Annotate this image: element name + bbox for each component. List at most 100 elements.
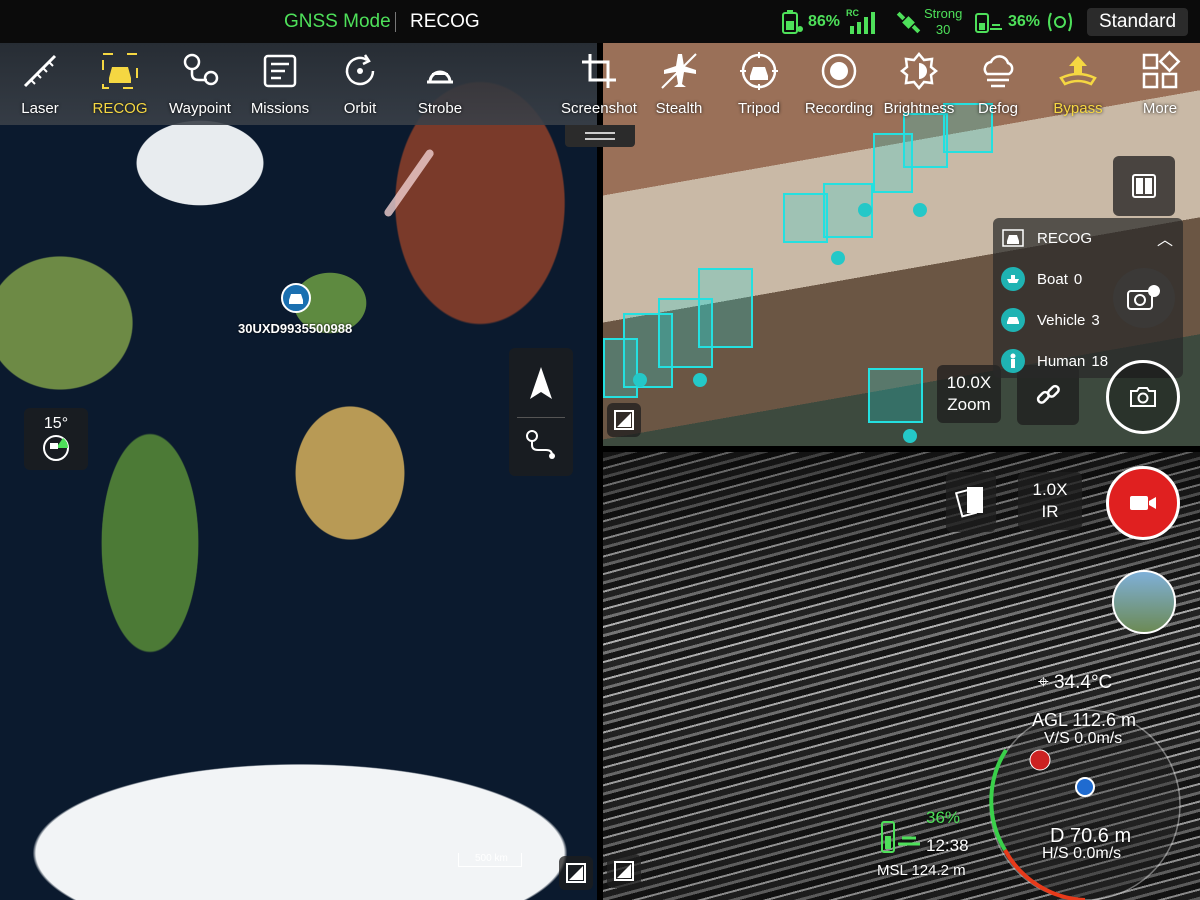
ir-swap-button[interactable] [607, 854, 641, 888]
video-record-button[interactable] [1106, 466, 1180, 540]
gimbal-pitch-indicator[interactable]: 15° [24, 408, 88, 470]
toolbar-more-button[interactable]: More [1120, 43, 1200, 125]
toolbar-label: Screenshot [561, 100, 637, 117]
gimbal-angle: 15° [43, 415, 69, 432]
obstacle-sensing-icon[interactable] [1045, 8, 1075, 36]
toolbar-label: Bypass [1053, 100, 1103, 117]
zoom-level-button[interactable]: 10.0X Zoom [937, 365, 1001, 423]
recog-row-count: 0 [1073, 270, 1083, 288]
recog-row-vehicle[interactable]: Vehicle 3 [1001, 306, 1100, 334]
flight-profile-button[interactable]: Standard [1087, 8, 1188, 36]
recog-panel-header[interactable]: RECOG ︿ [1001, 224, 1173, 252]
human-marker [831, 251, 845, 265]
toolbar-screenshot-button[interactable]: Screenshot [559, 43, 639, 125]
human-marker [858, 203, 872, 217]
rc-battery-indicator[interactable]: 36% [974, 8, 1040, 36]
toolbar-label: Laser [21, 100, 59, 117]
gps-strength: Strong [924, 6, 963, 21]
aircraft-marker[interactable] [281, 283, 311, 313]
photo-shutter-button[interactable] [1106, 360, 1180, 434]
vehicle-marker [913, 203, 927, 217]
more-grid-icon [1138, 49, 1182, 93]
human-icon [1001, 349, 1025, 373]
camera-thumbnail-preview[interactable] [1112, 570, 1176, 634]
brightness-icon [897, 49, 941, 93]
map-swap-button[interactable] [559, 856, 593, 890]
toolbar-drag-handle[interactable] [565, 125, 635, 147]
toolbar-label: RECOG [92, 100, 148, 117]
toolbar-label: Recording [804, 100, 874, 117]
gimbal-icon [43, 435, 69, 461]
boat-icon [1001, 267, 1025, 291]
view-divider-vertical[interactable] [597, 125, 603, 900]
flight-battery-percent: 36% [926, 808, 961, 827]
palette-cards-icon [955, 487, 983, 518]
human-marker [903, 429, 917, 443]
waypoint-icon [178, 49, 222, 93]
recog-row-human[interactable]: Human 18 [1001, 347, 1108, 375]
toolbar-tripod-button[interactable]: Tripod [719, 43, 799, 125]
msl-altitude: MSL 124.2 m [877, 862, 966, 879]
aircraft-battery-value: 86% [808, 13, 841, 30]
recog-row-count: 18 [1091, 352, 1109, 370]
defog-icon [976, 49, 1020, 93]
toolbar-orbit-button[interactable]: Orbit [320, 43, 400, 125]
vehicle-icon [1001, 308, 1025, 332]
aircraft-coordinate-label: 30UXD9935500988 [238, 321, 353, 336]
north-arrow-icon[interactable] [526, 363, 556, 407]
swap-view-icon [566, 863, 586, 883]
orbit-icon [338, 49, 382, 93]
recog-row-label: Human [1037, 352, 1086, 370]
gps-status[interactable]: Strong 30 [924, 6, 962, 38]
view-divider-horizontal[interactable] [603, 446, 1200, 452]
horizontal-speed: H/S 0.0m/s [1042, 845, 1122, 862]
recog-row-count: 3 [1091, 311, 1100, 329]
human-marker [693, 373, 707, 387]
detection-box [603, 338, 638, 398]
toolbar-missions-button[interactable]: Missions [240, 43, 320, 125]
toolbar-label: Tripod [738, 100, 780, 117]
gps-satellite-count: 30 [935, 22, 951, 37]
ir-palette-button[interactable] [946, 472, 996, 532]
detection-box [783, 193, 828, 243]
toolbar-recording-button[interactable]: Recording [799, 43, 879, 125]
video-camera-icon [1130, 496, 1156, 510]
rc-label: RC [846, 8, 859, 18]
rc-signal-indicator[interactable]: RC [846, 8, 878, 36]
map-scale-label: 500 km [475, 853, 508, 864]
toolbar-laser-button[interactable]: Laser [0, 43, 80, 125]
toolbar-recog-button[interactable]: RECOG [80, 43, 160, 125]
vertical-speed: V/S 0.0m/s [1044, 730, 1123, 747]
route-icon[interactable] [524, 428, 558, 462]
flight-mode-label[interactable]: GNSS Mode [284, 11, 391, 33]
zoom-swap-button[interactable] [607, 403, 641, 437]
toolbar-stealth-button[interactable]: Stealth [639, 43, 719, 125]
ir-zoom-value: 1.0X [1032, 480, 1068, 499]
aircraft-battery-indicator[interactable]: 86% [780, 8, 840, 36]
toolbar-strobe-button[interactable]: Strobe [400, 43, 480, 125]
flight-battery-widget [878, 818, 922, 863]
satellite-icon [896, 11, 921, 34]
rc-battery-value: 36% [1008, 13, 1041, 30]
toolbar-bypass-button[interactable]: Bypass [1038, 43, 1118, 125]
battery-drone-icon [881, 821, 920, 853]
missions-icon [258, 49, 302, 93]
stealth-icon [657, 49, 701, 93]
toolbar-defog-button[interactable]: Defog [958, 43, 1038, 125]
aircraft-battery-icon [782, 10, 803, 34]
ir-zoom-label: IR [1041, 502, 1059, 521]
crop-icon [577, 49, 621, 93]
toolbar-label: Brightness [883, 100, 955, 117]
toolbar-label: Waypoint [169, 100, 231, 117]
recog-row-label: Vehicle [1037, 311, 1086, 329]
chevron-up-icon[interactable]: ︿ [1157, 226, 1173, 250]
split-view-button[interactable] [1113, 156, 1175, 216]
toolbar-waypoint-button[interactable]: Waypoint [160, 43, 240, 125]
toolbar-brightness-button[interactable]: Brightness [879, 43, 959, 125]
rc-battery-icon [975, 13, 1002, 33]
map-view[interactable]: 30UXD9935500988 15° 500 km [0, 43, 597, 900]
camera-settings-button[interactable] [1113, 268, 1175, 328]
recog-row-boat[interactable]: Boat 0 [1001, 265, 1082, 293]
top-toolbar: Laser RECOG Waypoint Missions Orbit Strobe Scr… [0, 43, 1200, 125]
ir-zoom-button[interactable]: 1.0X IR [1018, 472, 1082, 530]
